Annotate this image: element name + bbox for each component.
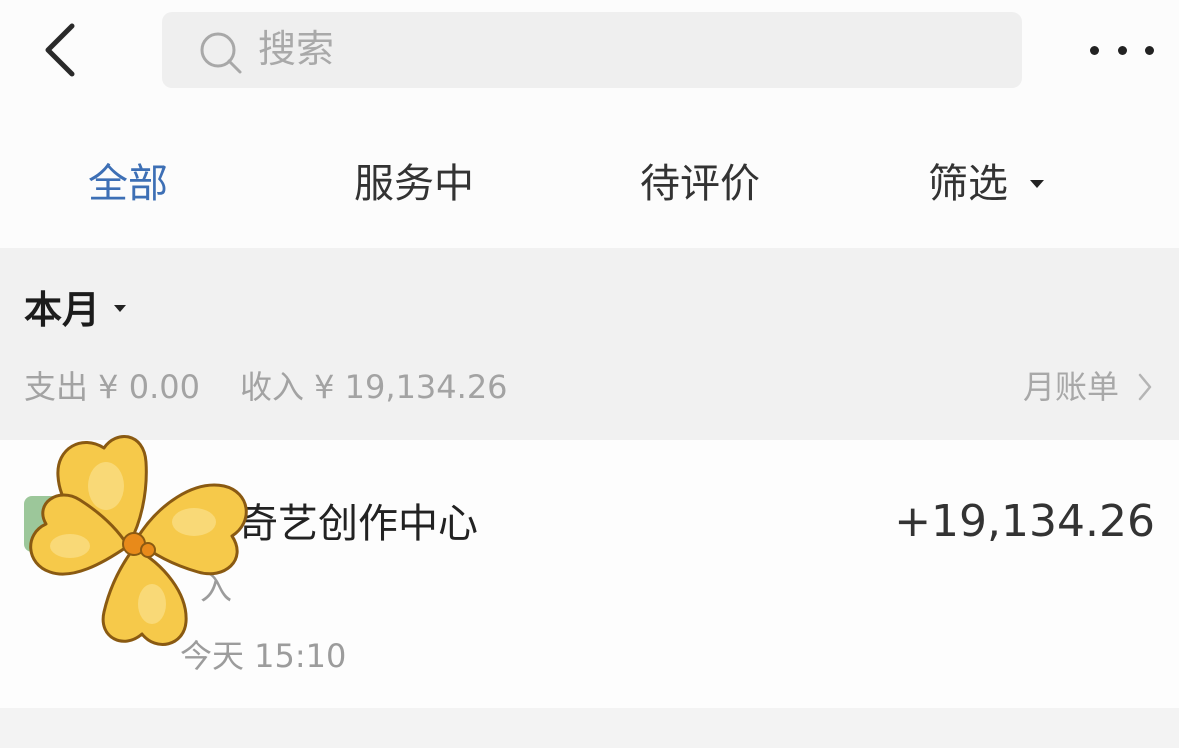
chevron-left-icon (45, 23, 75, 77)
back-button[interactable] (30, 18, 90, 82)
more-dot (1145, 45, 1154, 55)
month-summary: 本月 支出 ¥ 0.00 收入 ¥ 19,134.26 月账单 (0, 248, 1179, 440)
filter-tabs: 全部 服务中 待评价 筛选 (0, 112, 1179, 248)
month-selector-label: 本月 (24, 288, 101, 332)
list-divider (0, 708, 1179, 748)
caret-down-icon (114, 305, 127, 312)
tab-in-service[interactable]: 服务中 (354, 156, 474, 212)
income-total: 收入 ¥ 19,134.26 (239, 368, 508, 406)
more-dots-icon (1090, 45, 1099, 55)
search-placeholder: 搜索 (258, 27, 335, 71)
tab-all[interactable]: 全部 (88, 156, 168, 212)
flower-sticker-icon (29, 435, 248, 646)
caret-down-icon (1030, 180, 1044, 188)
chevron-right-icon (1138, 373, 1152, 401)
tab-pending-review[interactable]: 待评价 (640, 156, 760, 212)
bill-list-page: 搜索 全部 服务中 待评价 筛选 本月 支出 ¥ 0.00 收入 ¥ 19,134… (0, 0, 1179, 748)
monthly-bill-link[interactable]: 月账单 (1023, 364, 1153, 410)
merchant-name: 奇艺创作中心 (238, 501, 478, 547)
top-bar: 搜索 (0, 0, 1179, 112)
monthly-bill-label: 月账单 (1022, 368, 1119, 406)
tab-filter[interactable]: 筛选 (928, 156, 1044, 212)
month-selector[interactable]: 本月 (24, 284, 127, 336)
search-icon (200, 32, 242, 74)
expense-total: 支出 ¥ 0.00 (24, 368, 200, 406)
more-dot (1117, 45, 1127, 55)
more-button[interactable] (1090, 30, 1154, 70)
tab-filter-label: 筛选 (928, 161, 1008, 207)
month-totals: 支出 ¥ 0.00 收入 ¥ 19,134.26 (24, 364, 508, 410)
transaction-amount: +19,134.26 (894, 496, 1155, 547)
